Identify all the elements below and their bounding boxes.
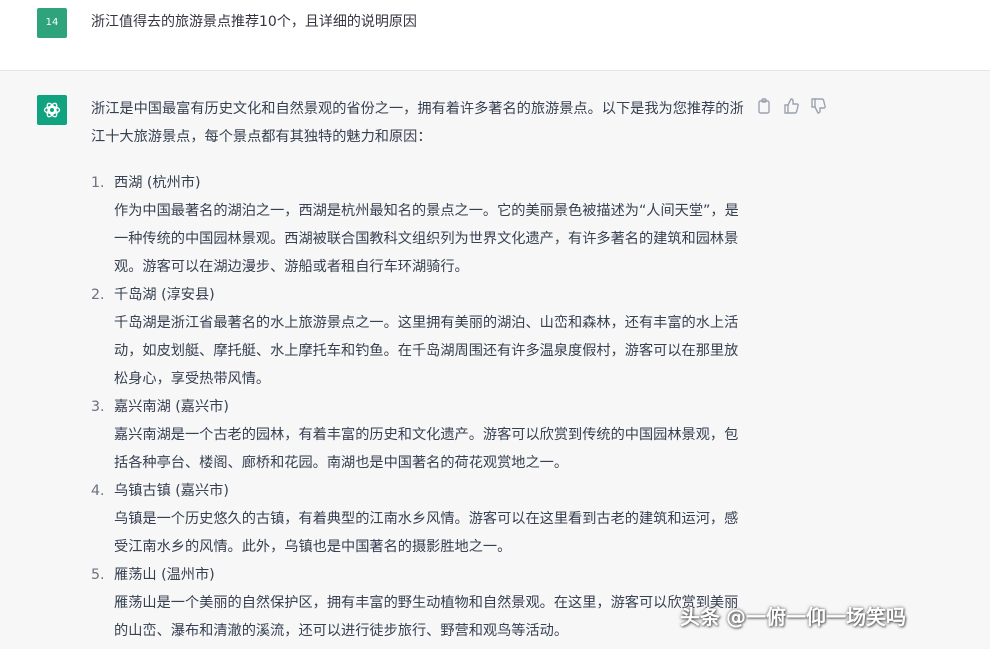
list-item: 2. 千岛湖 (淳安县) 千岛湖是浙江省最著名的水上旅游景点之一。这里拥有美丽的… bbox=[91, 281, 751, 393]
spot-description: 雁荡山是一个美丽的自然保护区，拥有丰富的野生动植物和自然景观。在这里，游客可以欣… bbox=[114, 595, 739, 639]
spot-title: 乌镇古镇 (嘉兴市) bbox=[114, 483, 229, 499]
assistant-message-row: 浙江是中国最富有历史文化和自然景观的省份之一，拥有着许多著名的旅游景点。以下是我… bbox=[0, 71, 990, 649]
assistant-message-content: 浙江是中国最富有历史文化和自然景观的省份之一，拥有着许多著名的旅游景点。以下是我… bbox=[91, 95, 751, 645]
list-number: 5. bbox=[91, 567, 105, 583]
message-actions bbox=[755, 97, 827, 115]
list-number: 1. bbox=[91, 175, 105, 191]
watermark-handle: @一俯一仰一场笑吗 bbox=[726, 604, 906, 629]
user-message-text: 浙江值得去的旅游景点推荐10个，且详细的说明原因 bbox=[91, 14, 417, 30]
chat-page: 14 浙江值得去的旅游景点推荐10个，且详细的说明原因 浙江是中国最富有历史文化… bbox=[0, 0, 990, 649]
list-item: 5. 雁荡山 (温州市) 雁荡山是一个美丽的自然保护区，拥有丰富的野生动植物和自… bbox=[91, 561, 751, 645]
list-item: 3. 嘉兴南湖 (嘉兴市) 嘉兴南湖是一个古老的园林，有着丰富的历史和文化遗产。… bbox=[91, 393, 751, 477]
user-message-row: 14 浙江值得去的旅游景点推荐10个，且详细的说明原因 bbox=[0, 0, 990, 71]
watermark: 头条 @一俯一仰一场笑吗 bbox=[680, 598, 906, 632]
list-item: 4. 乌镇古镇 (嘉兴市) 乌镇是一个历史悠久的古镇，有着典型的江南水乡风情。游… bbox=[91, 477, 751, 561]
intro-paragraph: 浙江是中国最富有历史文化和自然景观的省份之一，拥有着许多著名的旅游景点。以下是我… bbox=[91, 101, 744, 145]
thumbs-down-icon[interactable] bbox=[809, 97, 827, 115]
copy-icon[interactable] bbox=[755, 97, 773, 115]
spot-description: 乌镇是一个历史悠久的古镇，有着典型的江南水乡风情。游客可以在这里看到古老的建筑和… bbox=[114, 511, 739, 555]
spot-list: 1. 西湖 (杭州市) 作为中国最著名的湖泊之一，西湖是杭州最知名的景点之一。它… bbox=[91, 169, 751, 645]
spot-description: 作为中国最著名的湖泊之一，西湖是杭州最知名的景点之一。它的美丽景色被描述为“人间… bbox=[114, 203, 739, 275]
spot-description: 千岛湖是浙江省最著名的水上旅游景点之一。这里拥有美丽的湖泊、山峦和森林，还有丰富… bbox=[114, 315, 739, 387]
spot-title: 千岛湖 (淳安县) bbox=[114, 287, 215, 303]
thumbs-up-icon[interactable] bbox=[782, 97, 800, 115]
list-number: 2. bbox=[91, 287, 105, 303]
list-number: 3. bbox=[91, 399, 105, 415]
user-avatar-label: 14 bbox=[45, 17, 59, 28]
spot-title: 西湖 (杭州市) bbox=[114, 175, 201, 191]
list-item: 1. 西湖 (杭州市) 作为中国最著名的湖泊之一，西湖是杭州最知名的景点之一。它… bbox=[91, 169, 751, 281]
user-avatar: 14 bbox=[37, 8, 67, 38]
spot-description: 嘉兴南湖是一个古老的园林，有着丰富的历史和文化遗产。游客可以欣赏到传统的中国园林… bbox=[114, 427, 739, 471]
list-number: 4. bbox=[91, 483, 105, 499]
spot-title: 雁荡山 (温州市) bbox=[114, 567, 215, 583]
spot-title: 嘉兴南湖 (嘉兴市) bbox=[114, 399, 229, 415]
openai-logo-icon bbox=[37, 95, 67, 125]
watermark-logo: 头条 bbox=[680, 604, 720, 629]
